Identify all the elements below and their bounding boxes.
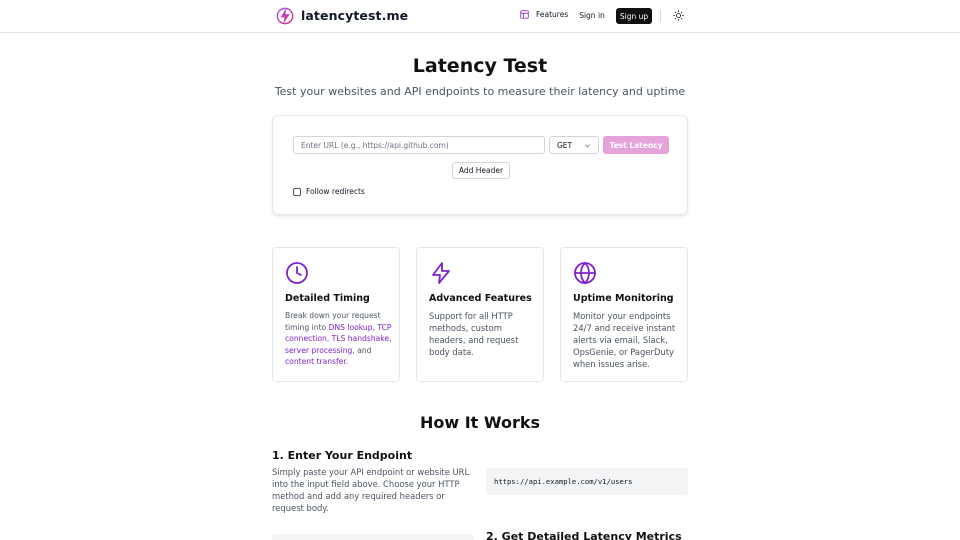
feature-card-detailed-timing: Detailed Timing Break down your request … — [272, 247, 400, 382]
feature-description: Monitor your endpoints 24/7 and receive … — [573, 311, 676, 369]
clock-icon — [286, 262, 308, 284]
globe-icon — [574, 261, 596, 285]
step-2-title: 2. Get Detailed Latency Metrics — [486, 530, 682, 540]
sun-icon[interactable] — [673, 10, 684, 21]
http-method-value: GET — [557, 140, 573, 150]
nav-divider — [660, 10, 661, 22]
how-it-works-heading: How It Works — [419, 413, 541, 432]
step-2-preview-box — [272, 534, 474, 540]
example-endpoint-code: https://api.example.com/v1/users — [486, 468, 688, 495]
url-input[interactable] — [293, 136, 545, 154]
http-method-select[interactable]: GET — [549, 136, 599, 154]
tls-handshake-link[interactable]: TLS handshake — [332, 334, 389, 343]
follow-redirects-option[interactable]: Follow redirects — [293, 187, 365, 196]
top-header: latencytest.me Features Sign in Sign up — [0, 0, 960, 33]
page-title: Latency Test — [412, 55, 548, 77]
feature-card-uptime-monitoring: Uptime Monitoring Monitor your endpoints… — [560, 247, 688, 382]
latency-test-form: GET Test Latency Add Header Follow redir… — [272, 115, 688, 215]
server-processing-link[interactable]: server processing — [285, 346, 352, 355]
sign-up-button[interactable]: Sign up — [616, 8, 652, 24]
page-subtitle: Test your websites and API endpoints to … — [274, 85, 686, 98]
feature-title: Advanced Features — [429, 293, 532, 304]
feature-title: Uptime Monitoring — [573, 293, 674, 304]
add-header-button[interactable]: Add Header — [452, 162, 510, 179]
zap-icon — [432, 262, 450, 284]
step-1-title: 1. Enter Your Endpoint — [272, 449, 413, 462]
content-transfer-link[interactable]: content transfer — [285, 357, 346, 366]
step-1-description: Simply paste your API endpoint or websit… — [272, 467, 470, 513]
nav-features-label: Features — [536, 10, 569, 19]
feature-description: Support for all HTTP methods, custom hea… — [429, 311, 519, 357]
test-latency-button[interactable]: Test Latency — [603, 136, 669, 154]
follow-redirects-checkbox[interactable] — [293, 187, 301, 196]
sign-in-button[interactable]: Sign in — [574, 8, 610, 23]
lightning-bolt-icon[interactable] — [276, 6, 294, 26]
feature-description: Break down your request timing into DNS … — [285, 311, 392, 366]
feature-title: Detailed Timing — [285, 293, 370, 304]
nav-features-link[interactable]: Features — [520, 10, 568, 19]
dns-lookup-link[interactable]: DNS lookup — [329, 323, 373, 332]
brand-name[interactable]: latencytest.me — [301, 8, 408, 23]
layout-icon — [520, 10, 529, 19]
chevron-down-icon — [585, 143, 590, 147]
follow-redirects-label[interactable]: Follow redirects — [306, 187, 365, 196]
feature-card-advanced-features: Advanced Features Support for all HTTP m… — [416, 247, 544, 382]
